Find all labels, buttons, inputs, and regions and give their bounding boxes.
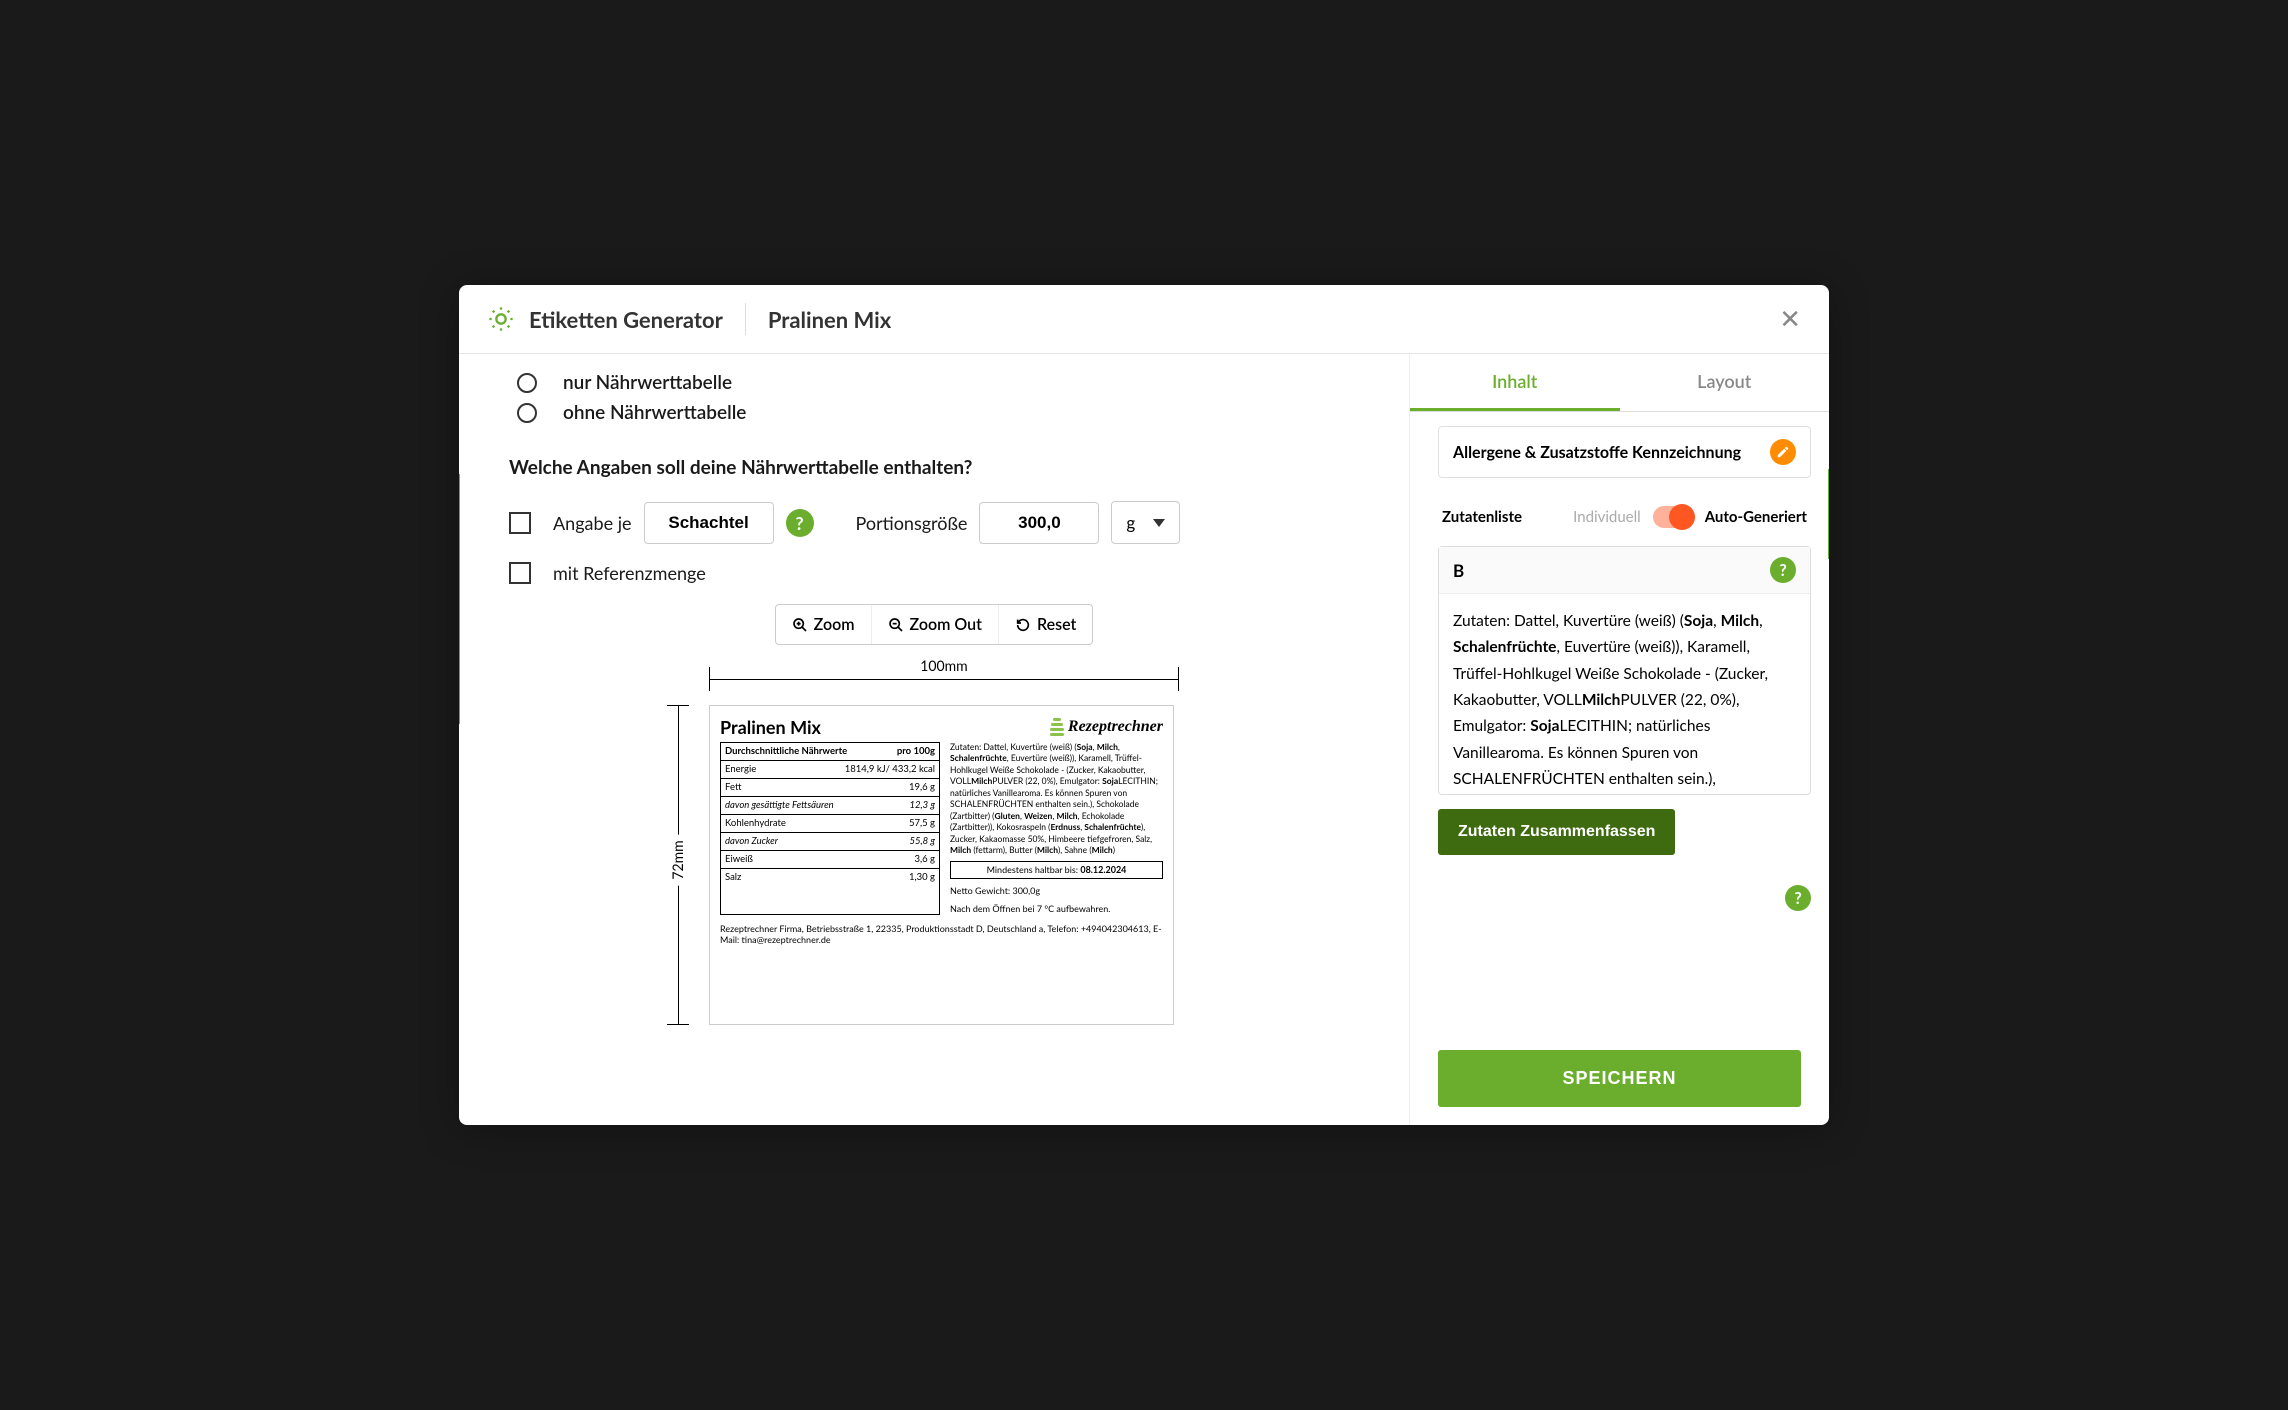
allergene-title: Allergene & Zusatzstoffe Kennzeichnung xyxy=(1453,443,1741,462)
ingredients-text: Zutaten: Dattel, Kuvertüre (weiß) (Soja,… xyxy=(950,742,1163,915)
scroll-indicator-left xyxy=(459,474,460,724)
right-panel: Inhalt Layout Allergene & Zusatzstoffe K… xyxy=(1409,354,1829,1125)
zoom-in-button[interactable]: Zoom xyxy=(776,605,871,644)
zoom-label: Zoom xyxy=(814,615,855,634)
section-question: Welche Angaben soll deine Nährwerttabell… xyxy=(509,456,1359,479)
radio-label: ohne Nährwerttabelle xyxy=(563,401,746,424)
net-weight: Netto Gewicht: 300,0g xyxy=(950,885,1163,897)
radio-icon xyxy=(517,403,537,423)
pencil-icon xyxy=(1776,445,1790,459)
tabs: Inhalt Layout xyxy=(1410,354,1829,412)
zoom-toolbar: Zoom Zoom Out Reset xyxy=(509,604,1359,645)
edit-button[interactable] xyxy=(1770,439,1796,465)
best-before-box: Mindestens haltbar bis: 08.12.2024 xyxy=(950,861,1163,879)
header-divider xyxy=(745,303,746,335)
reset-icon xyxy=(1015,617,1031,633)
help-icon[interactable]: ? xyxy=(786,509,814,537)
bbf-date: 08.12.2024 xyxy=(1080,864,1126,875)
portion-input[interactable] xyxy=(979,502,1099,544)
zoom-in-icon xyxy=(792,617,808,633)
controls-row-2: mit Referenzmenge xyxy=(509,562,1359,584)
toggle-knob xyxy=(1669,504,1695,530)
summarize-button[interactable]: Zutaten Zusammenfassen xyxy=(1438,809,1675,855)
portion-label: Portionsgröße xyxy=(856,512,968,534)
height-label: 72mm xyxy=(669,834,686,885)
zoom-out-label: Zoom Out xyxy=(910,615,982,634)
close-button[interactable]: ✕ xyxy=(1779,304,1801,335)
zoom-group: Zoom Zoom Out Reset xyxy=(775,604,1094,645)
referenzmenge-label: mit Referenzmenge xyxy=(553,562,706,584)
label-preview: Pralinen Mix Rezeptrechner Durchschnittl… xyxy=(709,705,1174,1025)
allergene-section: Allergene & Zusatzstoffe Kennzeichnung xyxy=(1438,426,1811,478)
nutr-row: Fett19,6 g xyxy=(721,779,939,797)
nutr-row: Eiweiß3,6 g xyxy=(721,851,939,869)
help-icon[interactable]: ? xyxy=(1770,557,1796,583)
reset-button[interactable]: Reset xyxy=(998,605,1092,644)
brand-name: Rezeptrechner xyxy=(1068,718,1163,736)
app-name: Etiketten Generator xyxy=(529,306,723,333)
auto-label: Auto-Generiert xyxy=(1705,508,1807,526)
controls-row-1: Angabe je ? Portionsgröße g xyxy=(509,501,1359,544)
nutr-row: Salz1,30 g xyxy=(721,869,939,886)
storage-info: Nach dem Öffnen bei 7 °C aufbewahren. xyxy=(950,903,1163,915)
modal-body: nur Nährwerttabelle ohne Nährwerttabelle… xyxy=(459,354,1829,1125)
preview-area: 100mm 72mm Pralinen Mix Rezeptrechner xyxy=(669,665,1179,1025)
radio-icon xyxy=(517,373,537,393)
width-label: 100mm xyxy=(914,657,973,674)
nutr-row: Energie1814,9 kJ/ 433,2 kcal xyxy=(721,761,939,779)
ingredient-editor: B ? Zutaten: Dattel, Kuvertüre (weiß) (S… xyxy=(1438,546,1811,795)
brand-logo: Rezeptrechner xyxy=(1050,717,1163,737)
save-button[interactable]: SPEICHERN xyxy=(1438,1050,1801,1107)
individuell-label: Individuell xyxy=(1532,508,1641,526)
left-panel: nur Nährwerttabelle ohne Nährwerttabelle… xyxy=(459,354,1409,1125)
help-icon[interactable]: ? xyxy=(1785,885,1811,911)
apple-icon xyxy=(1050,717,1064,737)
modal: Etiketten Generator Pralinen Mix ✕ nur N… xyxy=(459,285,1829,1125)
save-bar: SPEICHERN xyxy=(1410,1032,1829,1125)
scroll-indicator-right xyxy=(1828,469,1829,559)
auto-toggle[interactable] xyxy=(1653,506,1695,528)
per-100g: pro 100g xyxy=(897,746,935,757)
company-info: Rezeptrechner Firma, Betriebsstraße 1, 2… xyxy=(720,923,1163,945)
label-title: Pralinen Mix xyxy=(720,716,821,738)
zutatenliste-label: Zutatenliste xyxy=(1442,508,1522,526)
zoom-out-icon xyxy=(888,617,904,633)
bbf-label: Mindestens haltbar bis: xyxy=(987,864,1078,875)
nutr-row: davon gesättigte Fettsäuren12,3 g xyxy=(721,797,939,815)
ruler-horizontal: 100mm xyxy=(709,665,1179,695)
radio-ohne-naehrwert[interactable]: ohne Nährwerttabelle xyxy=(509,401,1359,424)
schachtel-input[interactable] xyxy=(644,502,774,544)
unit-dropdown[interactable]: g xyxy=(1111,501,1180,544)
tab-layout[interactable]: Layout xyxy=(1620,354,1830,411)
nutr-header: Durchschnittliche Nährwerte xyxy=(725,746,847,757)
zoom-out-button[interactable]: Zoom Out xyxy=(871,605,998,644)
logo-icon xyxy=(487,305,515,333)
checkbox-referenzmenge[interactable] xyxy=(509,562,531,584)
unit-value: g xyxy=(1126,512,1135,533)
nutrition-table: Durchschnittliche Nährwerte pro 100g Ener… xyxy=(720,742,940,915)
ruler-vertical: 72mm xyxy=(664,695,694,1025)
angabe-je-label: Angabe je xyxy=(553,512,632,534)
radio-nur-naehrwert[interactable]: nur Nährwerttabelle xyxy=(509,371,1359,394)
panel-scroll[interactable]: Allergene & Zusatzstoffe Kennzeichnung Z… xyxy=(1410,412,1829,1032)
chevron-down-icon xyxy=(1153,519,1165,527)
bold-button[interactable]: B xyxy=(1453,560,1464,581)
checkbox-angabe-je[interactable] xyxy=(509,512,531,534)
page-title: Pralinen Mix xyxy=(768,306,891,333)
nutr-row: davon Zucker55,8 g xyxy=(721,833,939,851)
radio-label: nur Nährwerttabelle xyxy=(563,371,732,394)
reset-label: Reset xyxy=(1037,615,1076,634)
nutr-row: Kohlenhydrate57,5 g xyxy=(721,815,939,833)
zutatenliste-toggle-row: Zutatenliste Individuell Auto-Generiert xyxy=(1438,496,1811,546)
tab-inhalt[interactable]: Inhalt xyxy=(1410,354,1620,411)
modal-header: Etiketten Generator Pralinen Mix ✕ xyxy=(459,285,1829,354)
ingredient-text[interactable]: Zutaten: Dattel, Kuvertüre (weiß) (Soja,… xyxy=(1439,594,1810,794)
